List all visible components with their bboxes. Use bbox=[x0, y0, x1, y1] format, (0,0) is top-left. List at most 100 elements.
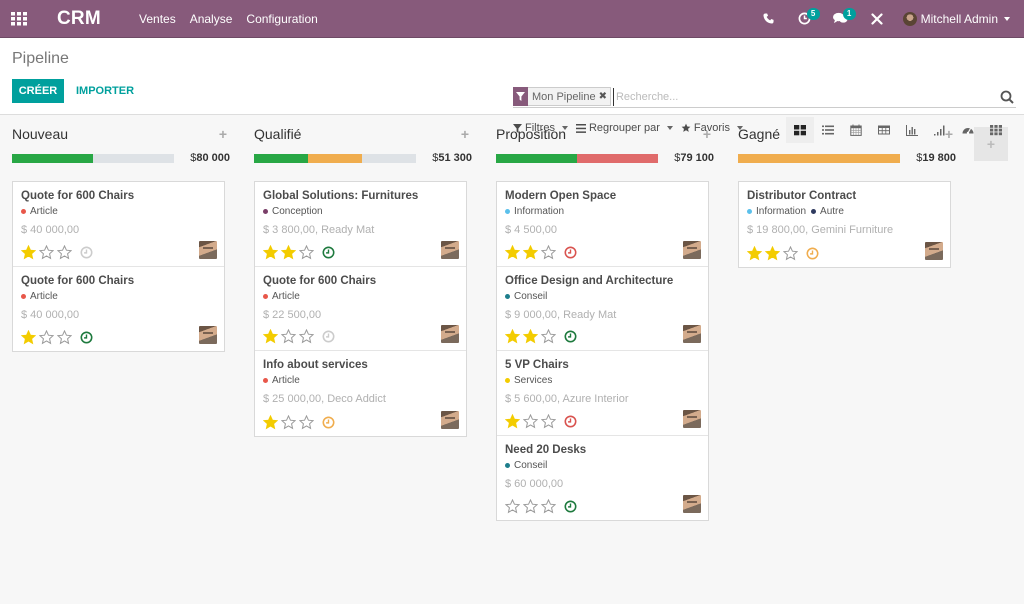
column-title[interactable]: Qualifié bbox=[254, 126, 301, 142]
progress-bar[interactable] bbox=[738, 153, 900, 163]
favorites-dropdown[interactable]: Favoris bbox=[681, 122, 743, 134]
search-input[interactable] bbox=[612, 87, 1000, 106]
activity-clock-icon[interactable] bbox=[564, 246, 577, 259]
menu-configuration[interactable]: Configuration bbox=[239, 0, 324, 38]
star-empty-icon[interactable] bbox=[39, 330, 54, 345]
phone-icon[interactable] bbox=[751, 0, 787, 38]
star-filled-icon[interactable] bbox=[21, 244, 36, 260]
activity-clock-icon[interactable] bbox=[564, 330, 577, 343]
progress-segment-orange[interactable] bbox=[738, 153, 900, 163]
debug-tools-icon[interactable] bbox=[859, 0, 895, 38]
search-icon[interactable] bbox=[1000, 90, 1014, 104]
kanban-card[interactable]: Global Solutions: Furnitures Conception … bbox=[255, 182, 466, 267]
graph-view-button[interactable] bbox=[898, 117, 926, 143]
activity-clock-icon[interactable] bbox=[80, 331, 93, 344]
kanban-card[interactable]: Quote for 600 Chairs Article $ 22 500,00 bbox=[255, 266, 466, 351]
kanban-card[interactable]: Need 20 Desks Conseil $ 60 000,00 bbox=[497, 435, 708, 520]
star-filled-icon[interactable] bbox=[765, 245, 780, 261]
star-filled-icon[interactable] bbox=[505, 329, 520, 344]
progress-segment-green[interactable] bbox=[12, 153, 93, 163]
kanban-card[interactable]: Office Design and Architecture Conseil $… bbox=[497, 266, 708, 351]
kanban-card[interactable]: 5 VP Chairs Services $ 5 600,00, Azure I… bbox=[497, 351, 708, 436]
star-empty-icon[interactable] bbox=[299, 329, 314, 344]
quick-create-icon[interactable]: + bbox=[461, 126, 469, 142]
activity-clock-icon[interactable] bbox=[322, 246, 335, 259]
total-amount: 19 800 bbox=[922, 152, 956, 164]
star-empty-icon[interactable] bbox=[39, 244, 54, 260]
star-empty-icon[interactable] bbox=[541, 499, 556, 514]
kanban-view-button[interactable] bbox=[786, 117, 814, 143]
star-empty-icon[interactable] bbox=[57, 330, 72, 345]
create-button[interactable]: CRÉER bbox=[12, 79, 64, 103]
menu-analyse[interactable]: Analyse bbox=[183, 0, 240, 38]
star-filled-icon[interactable] bbox=[505, 244, 520, 260]
star-empty-icon[interactable] bbox=[541, 413, 556, 429]
app-brand[interactable]: CRM bbox=[57, 8, 132, 30]
progress-segment-orange[interactable] bbox=[307, 153, 362, 163]
star-empty-icon[interactable] bbox=[281, 329, 296, 344]
star-filled-icon[interactable] bbox=[523, 244, 538, 260]
column-title[interactable]: Gagné bbox=[738, 126, 780, 142]
grid-view-button[interactable] bbox=[982, 117, 1010, 143]
activity-clock-icon[interactable] bbox=[322, 330, 335, 343]
star-empty-icon[interactable] bbox=[299, 414, 314, 430]
user-menu[interactable]: Mitchell Admin bbox=[895, 0, 1024, 38]
tag-label: Article bbox=[272, 375, 300, 386]
star-filled-icon[interactable] bbox=[263, 244, 278, 260]
card-amount: $ 40 000,00 bbox=[21, 308, 80, 321]
quick-create-icon[interactable]: + bbox=[219, 126, 227, 142]
activity-clock-icon[interactable]: 5 bbox=[787, 0, 823, 38]
column-title[interactable]: Nouveau bbox=[12, 126, 68, 142]
star-empty-icon[interactable] bbox=[281, 414, 296, 430]
cohort-view-button[interactable] bbox=[926, 117, 954, 143]
star-empty-icon[interactable] bbox=[541, 244, 556, 260]
groupby-label: Regrouper par bbox=[588, 122, 660, 134]
star-empty-icon[interactable] bbox=[523, 413, 538, 429]
kanban-card[interactable]: Info about services Article $ 25 000,00,… bbox=[255, 351, 466, 436]
activity-clock-icon[interactable] bbox=[564, 415, 577, 428]
card-footer bbox=[21, 244, 93, 260]
groupby-dropdown[interactable]: Regrouper par bbox=[575, 122, 673, 134]
star-filled-icon[interactable] bbox=[505, 413, 520, 429]
star-empty-icon[interactable] bbox=[299, 244, 314, 260]
apps-menu-icon[interactable] bbox=[0, 0, 38, 38]
messages-icon[interactable]: 1 bbox=[823, 0, 859, 38]
star-filled-icon[interactable] bbox=[21, 330, 36, 345]
kanban-card[interactable]: Quote for 600 Chairs Article $ 40 000,00 bbox=[13, 182, 224, 267]
activity-clock-icon[interactable] bbox=[322, 416, 335, 429]
star-filled-icon[interactable] bbox=[263, 414, 278, 430]
kanban-card[interactable]: Modern Open Space Information $ 4 500,00 bbox=[497, 182, 708, 267]
activity-clock-icon[interactable] bbox=[80, 246, 93, 259]
list-view-button[interactable] bbox=[814, 117, 842, 143]
search-facet[interactable]: Mon Pipeline ✖ bbox=[513, 86, 611, 106]
star-filled-icon[interactable] bbox=[281, 244, 296, 260]
star-empty-icon[interactable] bbox=[57, 244, 72, 260]
star-empty-icon[interactable] bbox=[541, 329, 556, 344]
activity-clock-icon[interactable] bbox=[564, 500, 577, 513]
kanban-card[interactable]: Distributor Contract Information Autre $ … bbox=[739, 182, 950, 267]
card-footer bbox=[263, 414, 335, 430]
progress-bar[interactable] bbox=[12, 153, 174, 163]
menu-ventes[interactable]: Ventes bbox=[132, 0, 183, 38]
progress-segment-green[interactable] bbox=[496, 153, 577, 163]
pivot-view-button[interactable] bbox=[870, 117, 898, 143]
progress-bar[interactable] bbox=[496, 153, 658, 163]
activity-clock-icon[interactable] bbox=[806, 247, 819, 260]
star-empty-icon[interactable] bbox=[523, 499, 538, 514]
filters-dropdown[interactable]: Filtres bbox=[513, 122, 568, 134]
remove-facet-icon[interactable]: ✖ bbox=[599, 91, 610, 102]
star-filled-icon[interactable] bbox=[747, 245, 762, 261]
import-button[interactable]: IMPORTER bbox=[76, 79, 134, 103]
dashboard-view-button[interactable] bbox=[954, 117, 982, 143]
calendar-view-button[interactable] bbox=[842, 117, 870, 143]
total-amount: 79 100 bbox=[680, 152, 714, 164]
star-empty-icon[interactable] bbox=[505, 499, 520, 514]
progress-segment-green[interactable] bbox=[254, 153, 308, 163]
progress-segment-red[interactable] bbox=[577, 153, 658, 163]
star-empty-icon[interactable] bbox=[783, 245, 798, 261]
kanban-card[interactable]: Quote for 600 Chairs Article $ 40 000,00 bbox=[13, 266, 224, 351]
star-filled-icon[interactable] bbox=[523, 329, 538, 344]
card-tag: Article bbox=[263, 291, 300, 302]
star-filled-icon[interactable] bbox=[263, 329, 278, 344]
progress-bar[interactable] bbox=[254, 153, 416, 163]
